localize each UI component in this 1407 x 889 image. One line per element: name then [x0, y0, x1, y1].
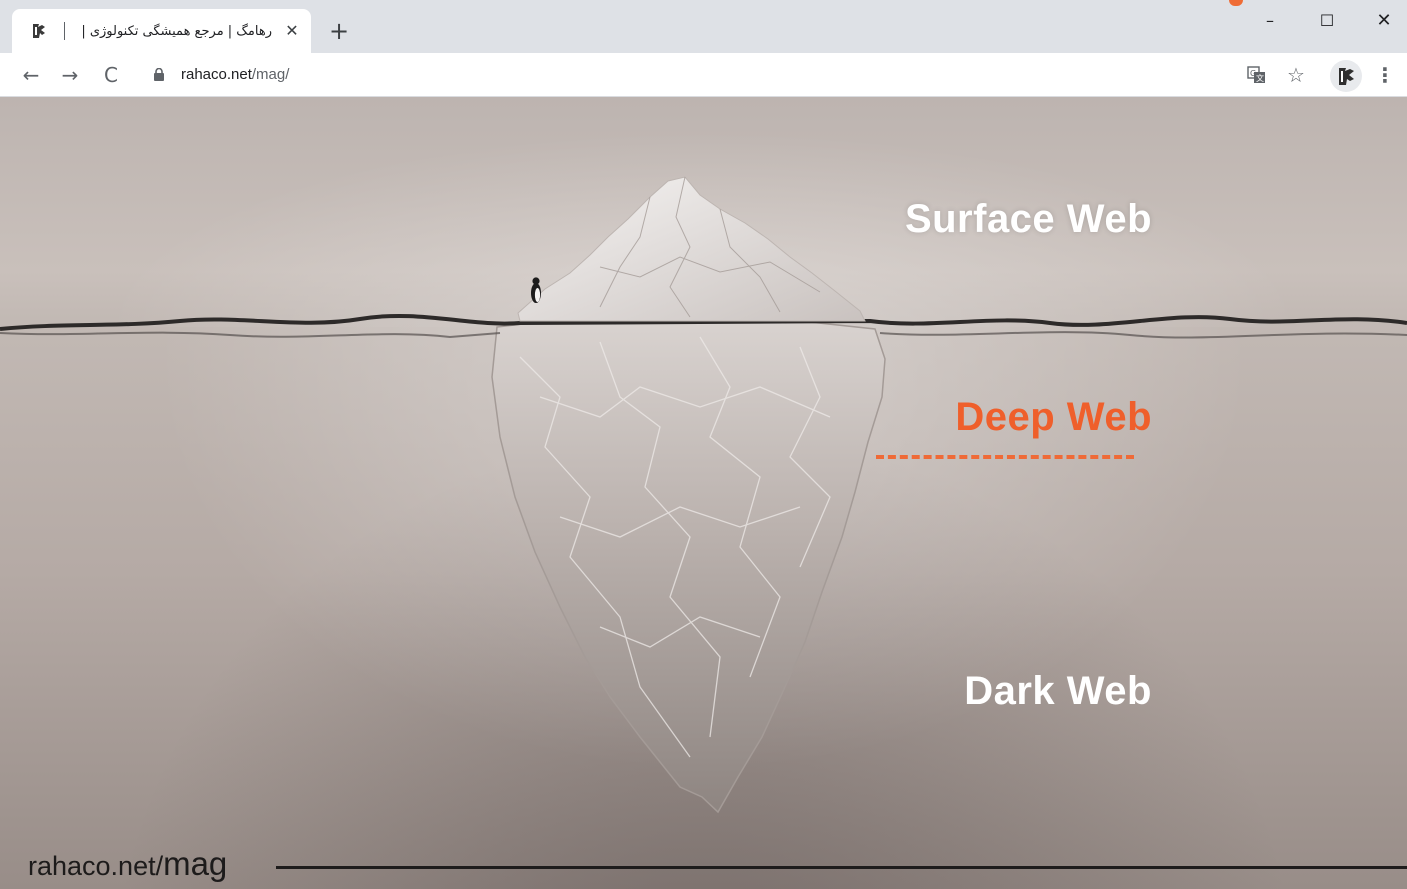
reload-button[interactable]: C	[96, 60, 126, 90]
deep-web-dashed-line	[876, 455, 1134, 459]
penguin	[531, 277, 541, 303]
window-close-button[interactable]: ✕	[1361, 6, 1407, 36]
iceberg-illustration	[0, 176, 1407, 814]
watermark-rule	[276, 866, 1407, 869]
url-host: rahaco.net	[181, 66, 252, 83]
forward-button[interactable]: →	[55, 60, 85, 90]
lock-icon	[154, 68, 164, 81]
tab-strip: رهامگ | مرجع همیشگی تکنولوژی | ✕ + – ☐ ✕	[0, 0, 1407, 53]
bookmark-star-icon[interactable]: ☆	[1284, 63, 1308, 87]
dark-web-label: Dark Web	[964, 669, 1152, 713]
site-watermark: rahaco.net/mag	[28, 845, 227, 883]
browser-toolbar: ← → C rahaco.net/mag/ G 文 ☆ ⋮	[0, 53, 1407, 97]
watermark-host: rahaco.net/	[28, 851, 164, 881]
iceberg-underwater	[491, 316, 886, 814]
address-bar[interactable]: rahaco.net/mag/	[138, 59, 1238, 91]
tab-rahamag[interactable]: رهامگ | مرجع همیشگی تکنولوژی | ✕	[12, 9, 311, 53]
orange-corner-decoration	[1229, 0, 1243, 6]
tab-title-separator	[64, 22, 65, 40]
deep-web-label: Deep Web	[955, 395, 1152, 439]
browser-menu-icon[interactable]: ⋮	[1373, 63, 1397, 87]
tab-title: رهامگ | مرجع همیشگی تکنولوژی |	[81, 24, 272, 39]
rahamag-profile-icon[interactable]	[1330, 60, 1362, 92]
url-path: /mag/	[251, 66, 290, 83]
watermark-path: mag	[163, 845, 228, 882]
window-minimize-button[interactable]: –	[1247, 6, 1293, 36]
url-text[interactable]: rahaco.net/mag/	[181, 65, 289, 85]
svg-text:文: 文	[1256, 73, 1264, 83]
surface-web-label: Surface Web	[904, 197, 1152, 241]
new-tab-button[interactable]: +	[325, 18, 353, 46]
window-maximize-button[interactable]: ☐	[1304, 6, 1350, 36]
page-viewport: Surface Web Deep Web Dark Web rahaco.net…	[0, 97, 1407, 889]
translate-icon[interactable]: G 文	[1245, 63, 1269, 87]
iceberg-peak	[517, 176, 866, 322]
back-button[interactable]: ←	[16, 60, 46, 90]
rahamag-logo-icon	[33, 24, 45, 38]
tab-close-icon[interactable]: ✕	[282, 21, 302, 41]
